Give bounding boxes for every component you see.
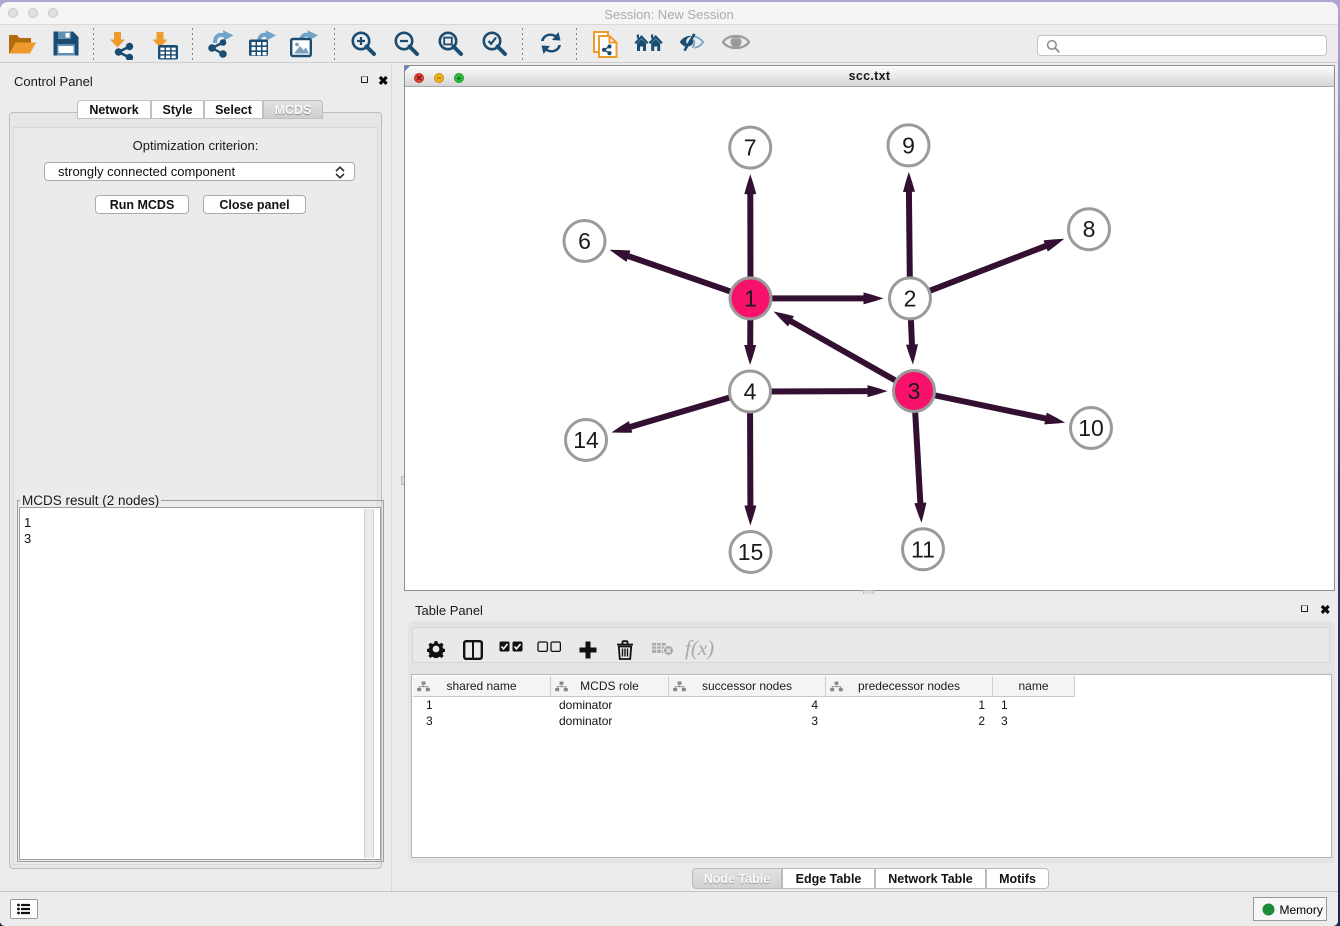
svg-text:15: 15 bbox=[738, 539, 764, 565]
svg-text:7: 7 bbox=[744, 135, 757, 161]
svg-text:4: 4 bbox=[744, 379, 757, 405]
svg-text:11: 11 bbox=[911, 536, 935, 562]
svg-text:2: 2 bbox=[904, 285, 917, 311]
svg-text:14: 14 bbox=[573, 427, 599, 453]
svg-text:9: 9 bbox=[902, 132, 915, 158]
svg-text:10: 10 bbox=[1078, 415, 1104, 441]
svg-text:1: 1 bbox=[744, 285, 757, 311]
svg-text:3: 3 bbox=[908, 378, 921, 404]
svg-text:6: 6 bbox=[578, 228, 591, 254]
svg-text:8: 8 bbox=[1083, 216, 1096, 242]
